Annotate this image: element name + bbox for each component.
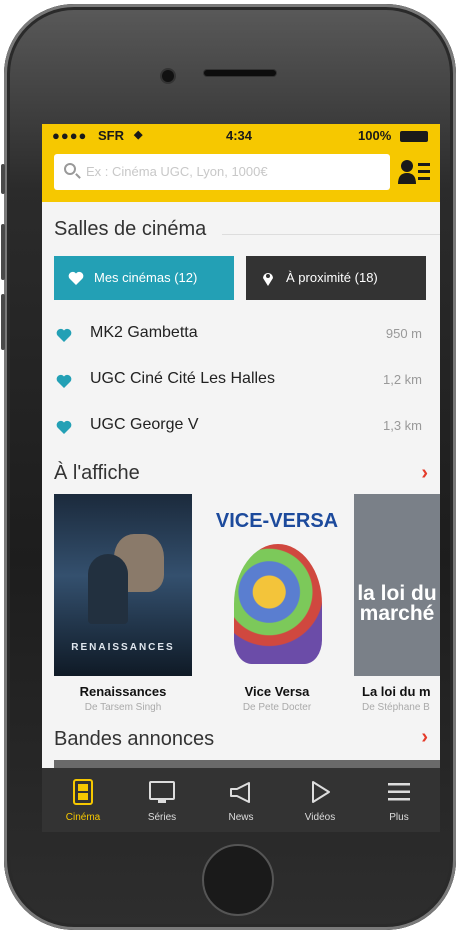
volume-up-button	[1, 224, 5, 280]
tab-videos-label: Vidéos	[304, 812, 336, 823]
section-divider	[222, 234, 440, 235]
movie-poster[interactable]: VICE-VERSA	[212, 494, 342, 676]
poster-title-text: VICE-VERSA	[215, 510, 339, 532]
heart-icon	[68, 271, 84, 285]
poster-characters	[234, 544, 322, 664]
trailers-section-title: Bandes annonces	[54, 728, 215, 750]
cinema-row[interactable]: UGC Ciné Cité Les Halles 1,2 km	[42, 358, 440, 404]
favorite-heart-icon[interactable]	[56, 374, 72, 388]
poster-title-text: RENAISSANCES	[71, 642, 175, 653]
bottom-tab-bar: Cinéma Séries News Vidéos Plus	[42, 768, 440, 832]
favorite-heart-icon[interactable]	[56, 328, 72, 342]
home-button[interactable]	[202, 844, 274, 916]
tab-my-cinemas[interactable]: Mes cinémas (12)	[54, 256, 234, 300]
mute-switch	[1, 164, 5, 194]
affiche-section-title: À l'affiche	[54, 462, 140, 484]
tab-series-label: Séries	[147, 812, 177, 823]
search-icon	[64, 163, 76, 175]
tab-videos[interactable]: Vidéos	[281, 768, 359, 832]
tab-cinema[interactable]: Cinéma	[44, 768, 122, 832]
profile-list-icon[interactable]	[398, 158, 430, 186]
tab-series[interactable]: Séries	[123, 768, 201, 832]
battery-icon	[400, 131, 428, 142]
tab-nearby[interactable]: À proximité (18)	[246, 256, 426, 300]
tab-plus-label: Plus	[389, 812, 409, 823]
movie-director: De Stéphane B	[362, 702, 430, 713]
location-pin-icon	[263, 273, 273, 286]
cinema-distance: 1,2 km	[382, 372, 422, 387]
cinemas-section-title: Salles de cinéma	[54, 218, 207, 240]
cinema-name: UGC Ciné Cité Les Halles	[90, 370, 275, 387]
search-input[interactable]: Ex : Cinéma UGC, Lyon, 1000€	[54, 154, 390, 190]
movie-poster[interactable]: RENAISSANCES	[54, 494, 192, 676]
poster-title-text: la loi du marché	[357, 582, 437, 625]
earpiece-speaker	[204, 70, 276, 76]
play-icon	[312, 781, 330, 803]
movie-title[interactable]: Renaissances	[54, 684, 192, 699]
cinema-distance: 1,3 km	[382, 418, 422, 433]
menu-icon	[388, 783, 410, 801]
cinema-row[interactable]: MK2 Gambetta 950 m	[42, 312, 440, 358]
tab-my-cinemas-label: Mes cinémas (12)	[94, 270, 198, 285]
app-screen: ●●●● SFR ◆ 4:34 100% Ex : Cinéma UGC, Ly…	[42, 124, 440, 832]
signal-dots-icon: ●●●●	[52, 128, 88, 143]
poster-figure	[88, 554, 128, 624]
wifi-icon: ◆	[134, 129, 143, 141]
cinema-name: UGC George V	[90, 416, 199, 433]
tab-news[interactable]: News	[202, 768, 280, 832]
favorite-heart-icon[interactable]	[56, 420, 72, 434]
movie-director: De Pete Docter	[242, 702, 312, 713]
carrier-label: SFR	[98, 128, 124, 143]
megaphone-icon	[230, 782, 250, 803]
film-icon	[73, 779, 93, 805]
chevron-right-icon[interactable]: ›	[421, 726, 428, 749]
tab-plus[interactable]: Plus	[360, 768, 438, 832]
status-bar: ●●●● SFR ◆ 4:34 100%	[42, 128, 440, 146]
tab-nearby-label: À proximité (18)	[286, 270, 378, 285]
battery-percent: 100%	[358, 128, 392, 143]
chevron-right-icon[interactable]: ›	[421, 462, 428, 485]
front-camera	[162, 70, 174, 82]
tab-cinema-label: Cinéma	[65, 812, 101, 823]
cinema-name: MK2 Gambetta	[90, 324, 198, 341]
movie-poster[interactable]: la loi du marché	[354, 494, 440, 676]
tab-news-label: News	[228, 812, 254, 823]
movie-director: De Tarsem Singh	[84, 702, 162, 713]
search-placeholder: Ex : Cinéma UGC, Lyon, 1000€	[86, 164, 268, 179]
movie-title[interactable]: La loi du m	[362, 684, 440, 699]
cinema-distance: 950 m	[385, 326, 422, 341]
phone-frame: ●●●● SFR ◆ 4:34 100% Ex : Cinéma UGC, Ly…	[1, 4, 456, 930]
tv-icon	[149, 781, 175, 803]
top-bar: ●●●● SFR ◆ 4:34 100% Ex : Cinéma UGC, Ly…	[42, 124, 440, 202]
movie-title[interactable]: Vice Versa	[212, 684, 342, 699]
trailer-thumbnail-strip[interactable]	[54, 760, 440, 768]
volume-down-button	[1, 294, 5, 350]
status-time: 4:34	[226, 128, 253, 143]
cinema-row[interactable]: UGC George V 1,3 km	[42, 404, 440, 450]
